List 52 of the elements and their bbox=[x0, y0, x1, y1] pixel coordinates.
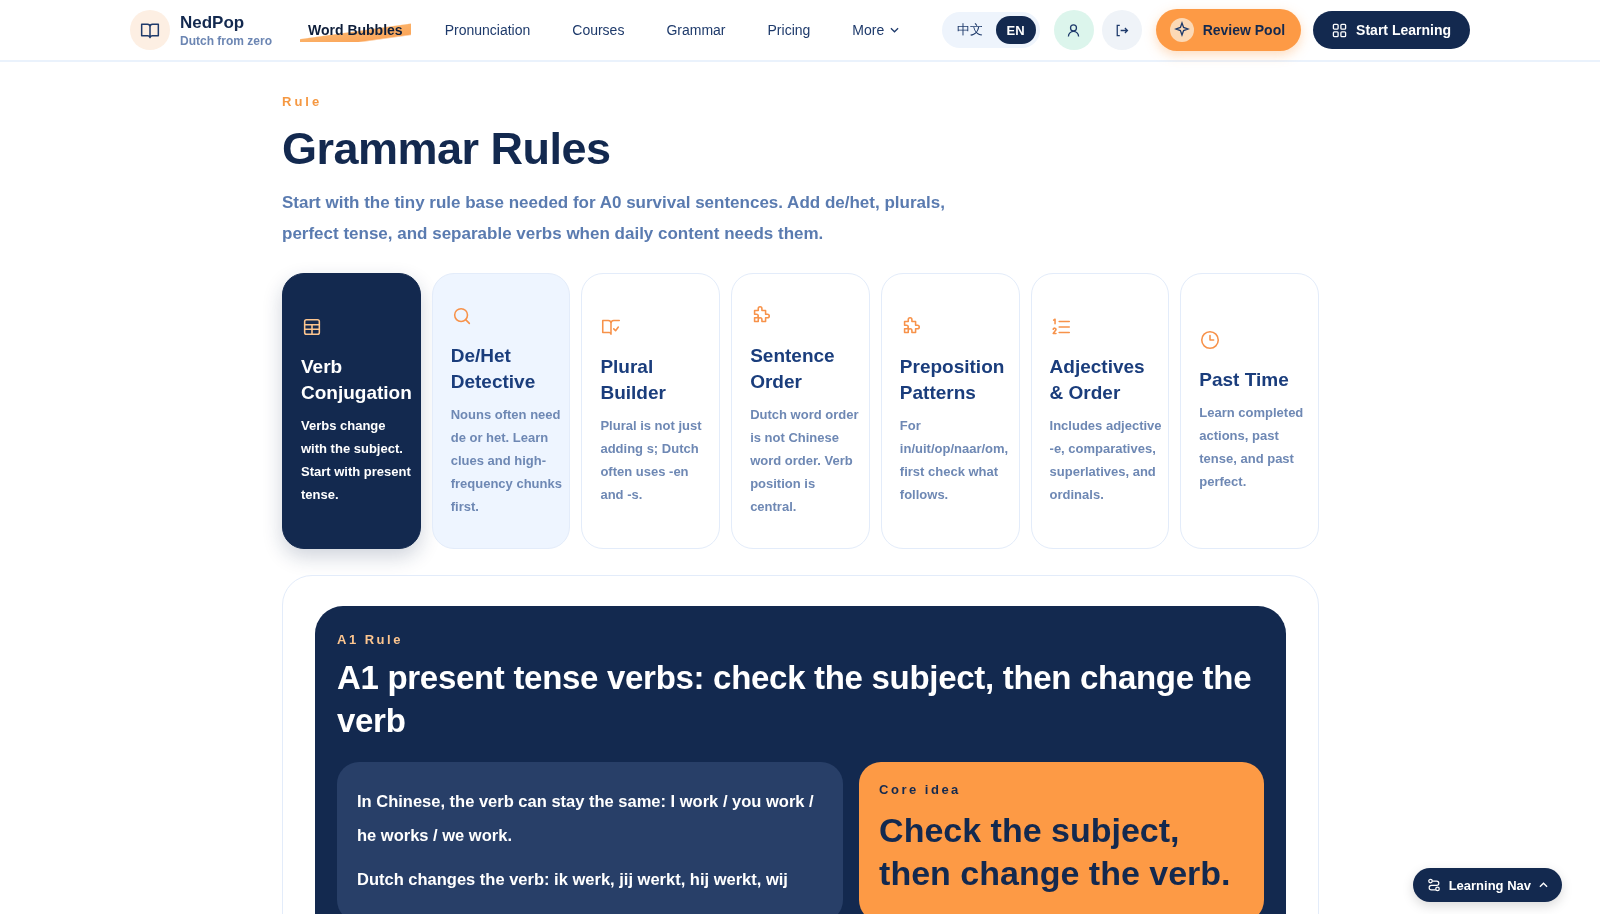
nav-link[interactable]: Pronunciation bbox=[436, 18, 539, 42]
nav-link[interactable]: More bbox=[844, 18, 908, 42]
explanation-text: In Chinese, the verb can stay the same: I work / you work / he works / we work. bbox=[357, 791, 815, 846]
nav-link[interactable]: Grammar bbox=[658, 18, 734, 42]
logout-button[interactable] bbox=[1101, 10, 1142, 50]
intro-paragraph: Start with the tiny rule base needed for A0 survival sentences. Add de/het, plurals, perfect tense, and separable verbs when daily content needs them. bbox=[282, 192, 946, 245]
brand-name: NedPop bbox=[180, 12, 246, 33]
rule-description: For in/uit/op/naar/om, first check what follows. bbox=[899, 417, 1010, 504]
rule-title: Verb Conjugation bbox=[301, 355, 413, 405]
language-option[interactable]: EN bbox=[995, 16, 1036, 44]
rule-description: Learn completed actions, past tense, and past perfect. bbox=[1199, 404, 1305, 491]
rule-card[interactable]: De/Het Detective Nouns often need de or het. Learn clues and high-frequency chunks first. bbox=[431, 273, 571, 549]
caret-icon bbox=[890, 27, 900, 33]
rule-title: Plural Builder bbox=[600, 355, 667, 405]
rule-card[interactable]: Adjectives & Order Includes adjective -e, comparatives, superlatives, and ordinals. bbox=[1030, 273, 1170, 549]
sparkle-icon bbox=[1169, 18, 1194, 42]
rule-heading: A1 present tense verbs: check the subject, then change the verb bbox=[337, 658, 1253, 741]
chevron-up-icon bbox=[1539, 882, 1548, 888]
nav-link[interactable]: Pricing bbox=[759, 18, 819, 42]
start-learning-button[interactable]: Start Learning bbox=[1313, 11, 1470, 49]
route-icon bbox=[1426, 878, 1441, 892]
rule-title: De/Het Detective bbox=[450, 343, 537, 394]
page-title: Grammar Rules bbox=[282, 123, 612, 175]
review-pool-button[interactable]: Review Pool bbox=[1155, 9, 1302, 51]
rule-description: Includes adjective -e, comparatives, superlatives, and ordinals. bbox=[1049, 417, 1163, 504]
nav-link[interactable]: Courses bbox=[564, 18, 633, 42]
rule-description: Verbs change with the subject. Start with present tense. bbox=[301, 417, 412, 504]
core-idea-text: Check the subject, then change the verb. bbox=[879, 810, 1232, 894]
clock-icon bbox=[1199, 329, 1222, 351]
rule-title: Adjectives & Order bbox=[1049, 355, 1146, 405]
grid-icon bbox=[1332, 22, 1348, 38]
rule-description: Nouns often need de or het. Learn clues and high-frequency chunks first. bbox=[450, 405, 563, 516]
rule-title: Past Time bbox=[1199, 368, 1290, 392]
rule-level-label: A1 Rule bbox=[337, 632, 403, 647]
profile-button[interactable] bbox=[1053, 10, 1094, 50]
rule-description: Dutch word order is not Chinese word order. Verb position is central. bbox=[750, 405, 860, 516]
rule-card[interactable]: Preposition Patterns For in/uit/op/naar/om, first check what follows. bbox=[880, 273, 1020, 549]
book-logo-icon bbox=[130, 10, 170, 50]
explanation-text: Dutch changes the verb: ik werk, jij werkt, hij werkt, wij bbox=[357, 869, 789, 890]
table-icon bbox=[301, 316, 323, 338]
rule-card[interactable]: Past Time Learn completed actions, past tense, and past perfect. bbox=[1180, 273, 1319, 549]
rule-title: Sentence Order bbox=[750, 343, 836, 394]
rule-description: Plural is not just adding s; Dutch often uses -en and -s. bbox=[600, 417, 703, 504]
rule-card[interactable]: Sentence Order Dutch word order is not Chinese word order. Verb position is central. bbox=[731, 273, 870, 549]
section-eyebrow: Rule bbox=[282, 94, 323, 109]
rule-title: Preposition Patterns bbox=[899, 355, 1006, 405]
rule-card[interactable]: Verb Conjugation Verbs change with the subject. Start with present tense. bbox=[282, 273, 421, 549]
core-idea-label: Core idea bbox=[879, 782, 962, 797]
brand-tagline: Dutch from zero bbox=[180, 33, 272, 48]
learning-nav-button[interactable]: Learning Nav bbox=[1412, 868, 1562, 902]
rule-card[interactable]: Plural Builder Plural is not just adding s; Dutch often uses -en and -s. bbox=[581, 273, 721, 549]
language-option[interactable]: 中文 bbox=[945, 16, 994, 44]
